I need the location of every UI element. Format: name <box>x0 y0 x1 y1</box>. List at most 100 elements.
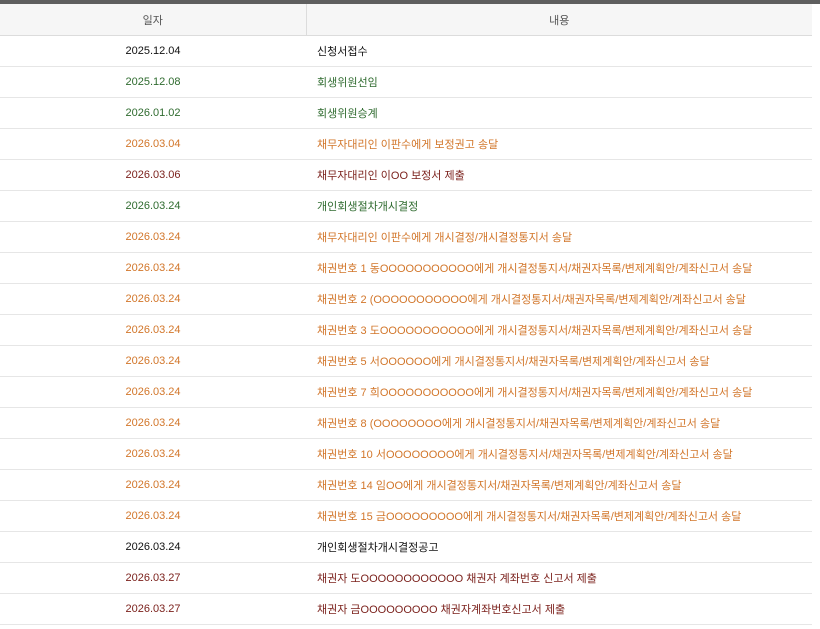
content-text: 채무자대리인 이판수에게 보정권고 송달 <box>317 139 499 151</box>
scroll-gutter <box>812 4 820 629</box>
header-row: 일자 내용 <box>0 4 812 36</box>
cell-date: 2026.03.24 <box>0 531 306 563</box>
cell-date: 2026.03.24 <box>0 221 306 253</box>
date-text: 2026.03.24 <box>125 262 181 274</box>
content-text: 채권자 금OOOOOOOOO 채권자계좌번호신고서 제출 <box>317 604 566 616</box>
table-header: 일자 내용 <box>0 4 812 36</box>
cell-content: 개인회생절차개시결정 <box>306 190 812 222</box>
content-text: 채권번호 10 서OOOOOOOO에게 개시결정통지서/채권자목록/변제계획안/… <box>317 449 733 461</box>
cell-content: 채권번호 1 동OOOOOOOOOOO에게 개시결정통지서/채권자목록/변제계획… <box>306 252 812 284</box>
content-text: 채권자 도OOOOOOOOOOOO 채권자 계좌번호 신고서 제출 <box>317 573 597 585</box>
content-text: 회생위원승계 <box>317 108 378 120</box>
content-text: 채권번호 5 서OOOOOO에게 개시결정통지서/채권자목록/변제계획안/계좌신… <box>317 356 710 368</box>
content-text: 채무자대리인 이OO 보정서 제출 <box>317 170 465 182</box>
column-header-content: 내용 <box>306 4 812 36</box>
date-text: 2026.03.24 <box>125 479 181 491</box>
cell-date: 2026.03.24 <box>0 469 306 501</box>
cell-date: 2026.03.24 <box>0 500 306 532</box>
date-text: 2026.03.27 <box>125 572 181 584</box>
table-row: 2025.12.08 회생위원선임 <box>0 66 812 98</box>
table-row: 2026.03.27 채권자 도OOOOOOOOOOOO 채권자 계좌번호 신고서… <box>0 562 812 594</box>
cell-date: 2026.03.24 <box>0 314 306 346</box>
cell-content: 채무자대리인 이OO 보정서 제출 <box>306 159 812 191</box>
column-header-date: 일자 <box>0 4 307 36</box>
cell-date: 2025.12.04 <box>0 35 306 67</box>
cell-date: 2026.01.02 <box>0 97 306 129</box>
cell-date: 2026.03.24 <box>0 407 306 439</box>
table-row: 2026.03.24 채권번호 1 동OOOOOOOOOOO에게 개시결정통지서/… <box>0 252 812 284</box>
cell-content: 회생위원승계 <box>306 97 812 129</box>
date-text: 2026.03.24 <box>125 510 181 522</box>
table-row: 2026.01.02 회생위원승계 <box>0 97 812 129</box>
content-text: 채권번호 8 (OOOOOOOO에게 개시결정통지서/채권자목록/변제계획안/계… <box>317 418 721 430</box>
date-text: 2026.03.04 <box>125 138 181 150</box>
table-row: 2026.03.24 채권번호 14 임OO에게 개시결정통지서/채권자목록/변제… <box>0 469 812 501</box>
content-text: 신청서접수 <box>317 46 368 58</box>
cell-content: 채권자 도OOOOOOOOOOOO 채권자 계좌번호 신고서 제출 <box>306 562 812 594</box>
cell-content: 채권번호 15 금OOOOOOOOO에게 개시결정통지서/채권자목록/변제계획안… <box>306 500 812 532</box>
cell-date: 2026.03.04 <box>0 128 306 160</box>
cell-content: 채무자대리인 이판수에게 개시결정/개시결정통지서 송달 <box>306 221 812 253</box>
table-row: 2026.03.27 채권자 금OOOOOOOOO 채권자계좌번호신고서 제출 <box>0 593 812 625</box>
date-text: 2026.03.24 <box>125 541 181 553</box>
cell-content: 회생위원선임 <box>306 66 812 98</box>
date-text: 2026.03.24 <box>125 231 181 243</box>
date-text: 2026.03.24 <box>125 448 181 460</box>
cell-content: 채권번호 3 도OOOOOOOOOOO에게 개시결정통지서/채권자목록/변제계획… <box>306 314 812 346</box>
table-row: 2026.03.24 채권번호 7 희OOOOOOOOOOO에게 개시결정통지서/… <box>0 376 812 408</box>
date-text: 2025.12.08 <box>125 76 181 88</box>
date-text: 2026.01.02 <box>125 107 181 119</box>
content-text: 채권번호 7 희OOOOOOOOOOO에게 개시결정통지서/채권자목록/변제계획… <box>317 387 753 399</box>
date-text: 2026.03.06 <box>125 169 181 181</box>
content-text: 채권번호 15 금OOOOOOOOO에게 개시결정통지서/채권자목록/변제계획안… <box>317 511 742 523</box>
table-row: 2026.03.24 채권번호 10 서OOOOOOOO에게 개시결정통지서/채권… <box>0 438 812 470</box>
cell-date: 2026.03.24 <box>0 252 306 284</box>
cell-date: 2026.03.06 <box>0 159 306 191</box>
content-text: 개인회생절차개시결정 <box>317 201 419 213</box>
table-row: 2026.03.24 채권번호 15 금OOOOOOOOO에게 개시결정통지서/채… <box>0 500 812 532</box>
table-body: 2025.12.04 신청서접수 2025.12.08 회생위원선임 2026.01.0… <box>0 35 812 625</box>
cell-content: 채권자 금OOOOOOOOO 채권자계좌번호신고서 제출 <box>306 593 812 625</box>
content-text: 채권번호 3 도OOOOOOOOOOO에게 개시결정통지서/채권자목록/변제계획… <box>317 325 753 337</box>
table-row: 2026.03.24 채권번호 3 도OOOOOOOOOOO에게 개시결정통지서/… <box>0 314 812 346</box>
cell-date: 2026.03.24 <box>0 345 306 377</box>
date-text: 2025.12.04 <box>125 45 181 57</box>
date-text: 2026.03.24 <box>125 355 181 367</box>
table-row: 2026.03.24 개인회생절차개시결정 <box>0 190 812 222</box>
content-text: 채권번호 14 임OO에게 개시결정통지서/채권자목록/변제계획안/계좌신고서 … <box>317 480 682 492</box>
table-row: 2025.12.04 신청서접수 <box>0 35 812 67</box>
cell-content: 채권번호 14 임OO에게 개시결정통지서/채권자목록/변제계획안/계좌신고서 … <box>306 469 812 501</box>
cell-date: 2026.03.24 <box>0 190 306 222</box>
date-text: 2026.03.24 <box>125 417 181 429</box>
case-history-table: 일자 내용 2025.12.04 신청서접수 2025.12.08 회생위원선임 202… <box>0 4 812 625</box>
cell-content: 채권번호 5 서OOOOOO에게 개시결정통지서/채권자목록/변제계획안/계좌신… <box>306 345 812 377</box>
cell-content: 채무자대리인 이판수에게 보정권고 송달 <box>306 128 812 160</box>
cell-date: 2026.03.24 <box>0 283 306 315</box>
table-row: 2026.03.06 채무자대리인 이OO 보정서 제출 <box>0 159 812 191</box>
content-text: 채무자대리인 이판수에게 개시결정/개시결정통지서 송달 <box>317 232 573 244</box>
cell-date: 2026.03.24 <box>0 376 306 408</box>
content-text: 개인회생절차개시결정공고 <box>317 542 439 554</box>
cell-content: 채권번호 7 희OOOOOOOOOOO에게 개시결정통지서/채권자목록/변제계획… <box>306 376 812 408</box>
content-text: 채권번호 2 (OOOOOOOOOOO에게 개시결정통지서/채권자목록/변제계획… <box>317 294 746 306</box>
cell-content: 개인회생절차개시결정공고 <box>306 531 812 563</box>
cell-date: 2026.03.27 <box>0 562 306 594</box>
cell-date: 2025.12.08 <box>0 66 306 98</box>
table-row: 2026.03.24 채무자대리인 이판수에게 개시결정/개시결정통지서 송달 <box>0 221 812 253</box>
date-text: 2026.03.24 <box>125 293 181 305</box>
cell-content: 채권번호 8 (OOOOOOOO에게 개시결정통지서/채권자목록/변제계획안/계… <box>306 407 812 439</box>
cell-content: 신청서접수 <box>306 35 812 67</box>
cell-date: 2026.03.24 <box>0 438 306 470</box>
table-row: 2026.03.04 채무자대리인 이판수에게 보정권고 송달 <box>0 128 812 160</box>
table-row: 2026.03.24 채권번호 5 서OOOOOO에게 개시결정통지서/채권자목록… <box>0 345 812 377</box>
cell-content: 채권번호 2 (OOOOOOOOOOO에게 개시결정통지서/채권자목록/변제계획… <box>306 283 812 315</box>
table-row: 2026.03.24 채권번호 2 (OOOOOOOOOOO에게 개시결정통지서/… <box>0 283 812 315</box>
date-text: 2026.03.24 <box>125 200 181 212</box>
cell-content: 채권번호 10 서OOOOOOOO에게 개시결정통지서/채권자목록/변제계획안/… <box>306 438 812 470</box>
cell-date: 2026.03.27 <box>0 593 306 625</box>
date-text: 2026.03.24 <box>125 324 181 336</box>
date-text: 2026.03.27 <box>125 603 181 615</box>
content-text: 채권번호 1 동OOOOOOOOOOO에게 개시결정통지서/채권자목록/변제계획… <box>317 263 753 275</box>
table-row: 2026.03.24 채권번호 8 (OOOOOOOO에게 개시결정통지서/채권자… <box>0 407 812 439</box>
content-text: 회생위원선임 <box>317 77 378 89</box>
